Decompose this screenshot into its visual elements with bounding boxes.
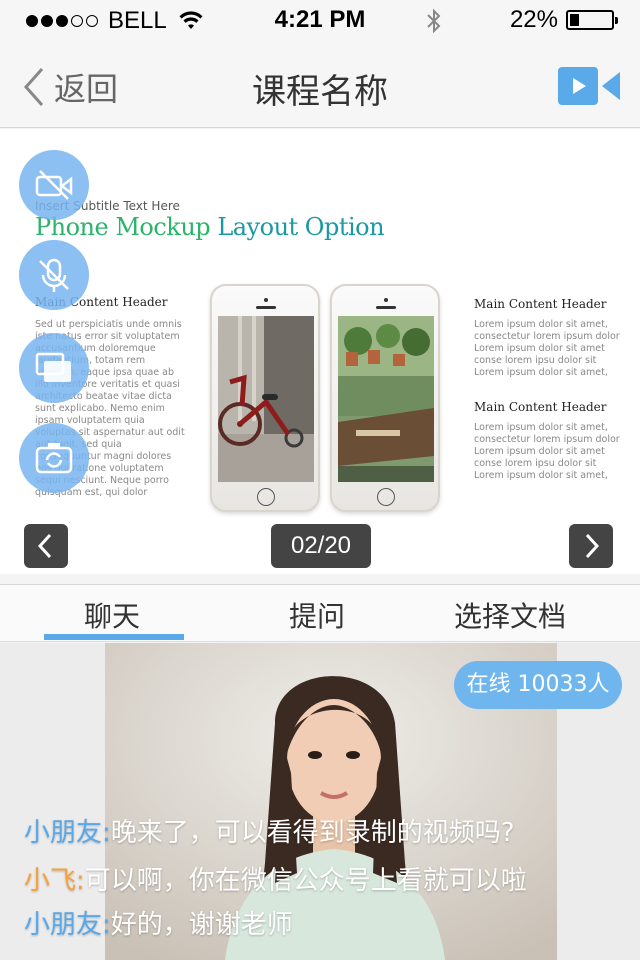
slide-title-part-2: Layout Option [217, 213, 385, 241]
next-page-button[interactable] [569, 524, 613, 568]
chat-username[interactable]: 小朋友 [24, 818, 102, 848]
plants-table-photo [338, 316, 434, 482]
slide-title: Phone Mockup Layout Option [35, 213, 385, 241]
page-indicator: 02/20 [271, 524, 371, 568]
slide-right-header-2: Main Content Header [474, 400, 607, 414]
presentation-slide: Insert Subtitle Text Here Phone Mockup L… [0, 129, 640, 574]
chat-text: 晚来了，可以看得到录制的视频吗? [110, 818, 515, 848]
chat-separator: : [102, 910, 111, 940]
slide-right-body-2: Lorem ipsum dolor sit amet, consectetur … [474, 422, 620, 481]
tricycle-photo [218, 316, 314, 482]
tab-bar: 聊天 提问 选择文档 [0, 584, 640, 642]
navigation-bar: 返回 课程名称 [0, 40, 640, 128]
chat-separator: : [102, 818, 111, 848]
chat-text: 可以啊，你在微信公众号上看就可以啦 [84, 866, 527, 896]
slide-right-body-1: Lorem ipsum dolor sit amet, consectetur … [474, 319, 620, 378]
chat-message: 小朋友:好的，谢谢老师 [24, 908, 293, 942]
battery-percent: 22% [509, 6, 558, 33]
mic-off-icon [39, 258, 69, 292]
chat-username[interactable]: 小朋友 [24, 910, 102, 940]
chat-message: 小朋友:晚来了，可以看得到录制的视频吗? [24, 816, 515, 850]
online-count-badge: 在线 10033人 [454, 661, 622, 709]
switch-camera-icon [35, 443, 73, 474]
chevron-right-icon [585, 533, 600, 559]
chat-separator: : [76, 866, 85, 896]
phone-mockup-left [210, 284, 320, 512]
active-tab-indicator [44, 634, 184, 640]
status-right: 22% [509, 6, 618, 34]
screen-share-icon [35, 352, 71, 382]
chevron-left-icon [37, 533, 52, 559]
page-title: 课程名称 [252, 72, 388, 112]
video-camera-icon[interactable] [558, 66, 620, 106]
chat-username[interactable]: 小飞 [24, 866, 76, 896]
slide-right-header-1: Main Content Header [474, 297, 607, 311]
tab-chat[interactable]: 聊天 [84, 595, 140, 635]
battery-level [570, 14, 579, 26]
bluetooth-icon [427, 8, 441, 34]
camera-off-button[interactable] [19, 150, 89, 220]
previous-page-button[interactable] [24, 524, 68, 568]
mic-off-button[interactable] [19, 240, 89, 310]
switch-camera-button[interactable] [19, 423, 89, 493]
chat-message: 小飞:可以啊，你在微信公众号上看就可以啦 [24, 864, 527, 898]
tab-ask[interactable]: 提问 [289, 595, 345, 635]
tab-select-document[interactable]: 选择文档 [454, 595, 566, 635]
phone-mockup-right [330, 284, 440, 512]
chat-text: 好的，谢谢老师 [110, 910, 293, 940]
battery-icon [566, 10, 618, 30]
screen-share-button[interactable] [19, 333, 89, 403]
status-bar: BELL 4:21 PM 22% [0, 0, 640, 40]
camera-off-icon [35, 170, 73, 200]
